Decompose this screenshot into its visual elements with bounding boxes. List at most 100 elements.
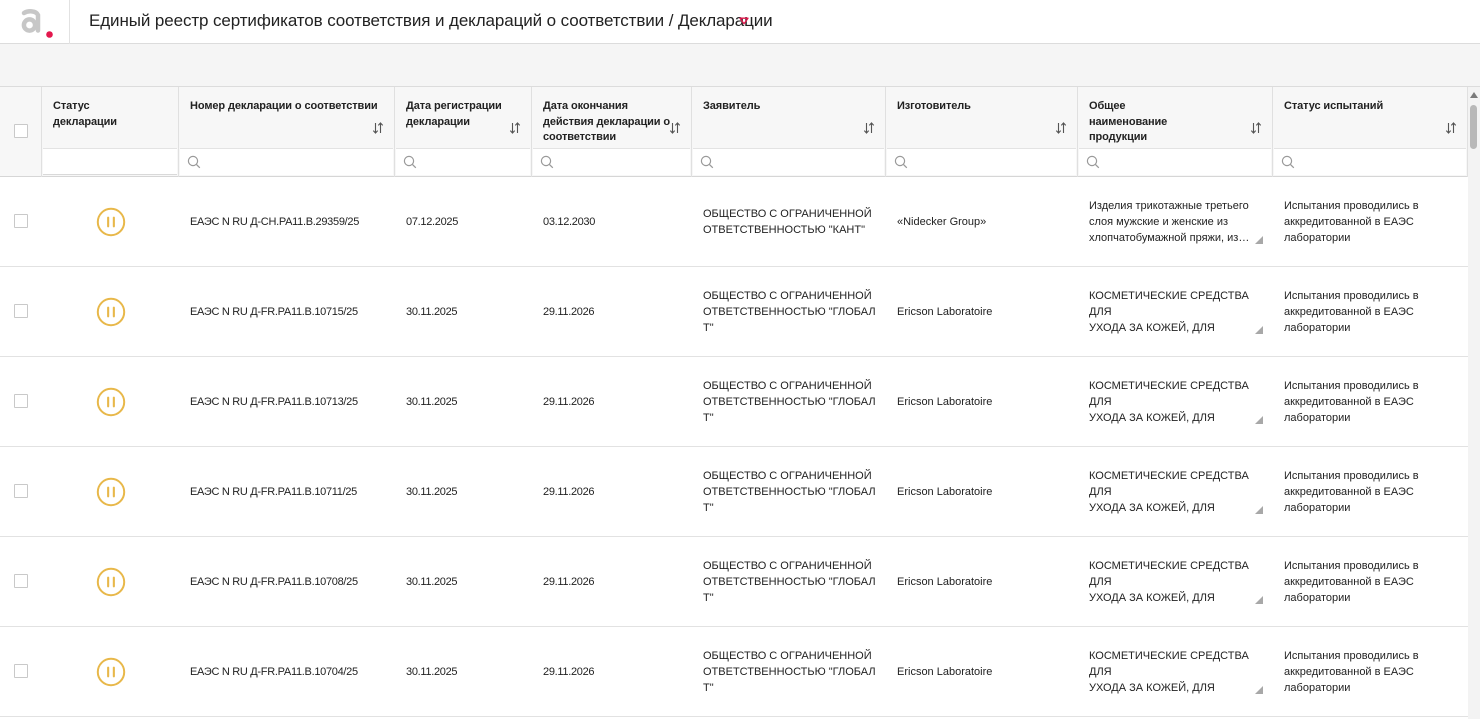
sort-icon[interactable]: [1055, 122, 1067, 134]
row-checkbox[interactable]: [14, 664, 28, 678]
table-row[interactable]: ЕАЭС N RU Д-FR.РА11.В.10708/25 30.11.2025…: [0, 537, 1468, 627]
table-row[interactable]: ЕАЭС N RU Д-CH.РА11.В.29359/25 07.12.2025…: [0, 177, 1468, 267]
manufacturer-name: Ericson Laboratoire: [897, 575, 993, 588]
row-checkbox[interactable]: [14, 394, 28, 408]
test-status-line: лаборатории: [1284, 501, 1351, 514]
column-header-label-line: Дата регистрации: [406, 100, 502, 112]
column-header-label-line: Статус: [53, 100, 90, 112]
column-header-end_date[interactable]: Дата окончания действия декларации о соотв…: [532, 87, 692, 177]
sort-icon[interactable]: [863, 122, 875, 134]
test-status-line: лаборатории: [1284, 591, 1351, 604]
vertical-scrollbar[interactable]: [1468, 87, 1480, 719]
product-name-line: УХОДА ЗА КОЖЕЙ, ДЛЯ ВЗРОСЛЫХ:: [1089, 592, 1215, 604]
column-filter-input-applicant[interactable]: [693, 148, 884, 175]
row-checkbox[interactable]: [14, 214, 28, 228]
column-header-label-line: декларации: [406, 115, 470, 128]
applicant-name-line: ОТВЕТСТВЕННОСТЬЮ "ГЛОБАЛ Т": [703, 485, 876, 514]
column-header-applicant[interactable]: Заявитель: [692, 87, 886, 177]
column-header-number[interactable]: Номер декларации о соответствии: [179, 87, 395, 177]
column-header-reg_date[interactable]: Дата регистрации декларации: [395, 87, 532, 177]
column-header-label: Статус декларации: [53, 99, 117, 130]
test-status-line: лаборатории: [1284, 321, 1351, 334]
applicant-name-line: ОТВЕТСТВЕННОСТЬЮ "ГЛОБАЛ Т": [703, 305, 876, 334]
applicant-cell: ОБЩЕСТВО С ОГРАНИЧЕННОЙ ОТВЕТСТВЕННОСТЬЮ …: [692, 447, 886, 536]
column-filter-input-manufacturer[interactable]: [887, 148, 1076, 175]
sort-icon[interactable]: [509, 122, 521, 134]
column-header-manufacturer[interactable]: Изготовитель: [886, 87, 1078, 177]
scrollbar-thumb[interactable]: [1470, 105, 1477, 149]
table-row[interactable]: ЕАЭС N RU Д-FR.РА11.В.10711/25 30.11.2025…: [0, 447, 1468, 537]
page-title[interactable]: Единый реестр сертификатов соответствия …: [89, 11, 773, 31]
test-status-line: Испытания проводились в: [1284, 199, 1419, 212]
column-header-product[interactable]: Общее наименование продукции: [1078, 87, 1273, 177]
expand-text-icon[interactable]: [1255, 236, 1263, 244]
test-status-line: Испытания проводились в: [1284, 559, 1419, 572]
expand-text-icon[interactable]: [1255, 416, 1263, 424]
status-cell: [42, 447, 179, 536]
product-name-line: КОСМЕТИЧЕСКИЕ СРЕДСТВА ДЛЯ: [1089, 650, 1249, 678]
column-header-label-line: Изготовитель: [897, 100, 971, 112]
applicant-name-line: ОБЩЕСТВО С ОГРАНИЧЕННОЙ: [703, 289, 872, 302]
manufacturer-cell: Ericson Laboratoire: [886, 627, 1078, 716]
search-icon: [540, 155, 554, 169]
expand-text-icon[interactable]: [1255, 506, 1263, 514]
sort-icon[interactable]: [669, 122, 681, 134]
applicant-cell: ОБЩЕСТВО С ОГРАНИЧЕННОЙ ОТВЕТСТВЕННОСТЬЮ …: [692, 267, 886, 356]
expand-text-icon[interactable]: [1255, 686, 1263, 694]
product-cell: КОСМЕТИЧЕСКИЕ СРЕДСТВА ДЛЯ УХОДА ЗА КОЖЕЙ…: [1078, 357, 1273, 446]
declaration-number[interactable]: ЕАЭС N RU Д-FR.РА11.В.10711/25: [190, 486, 357, 498]
declaration-number[interactable]: ЕАЭС N RU Д-FR.РА11.В.10713/25: [190, 396, 358, 408]
end-date-cell: 03.12.2030: [532, 177, 692, 266]
column-header-label: Заявитель: [703, 99, 760, 115]
table-row[interactable]: ЕАЭС N RU Д-FR.РА11.В.10715/25 30.11.2025…: [0, 267, 1468, 357]
product-name-line: слоя мужские и женские из: [1089, 216, 1229, 228]
column-header-label-line: Статус испытаний: [1284, 100, 1384, 112]
chevron-down-icon[interactable]: [739, 17, 749, 25]
declaration-number[interactable]: ЕАЭС N RU Д-FR.РА11.В.10704/25: [190, 666, 358, 678]
declaration-number[interactable]: ЕАЭС N RU Д-FR.РА11.В.10708/25: [190, 576, 358, 588]
scroll-up-arrow-icon[interactable]: [1470, 92, 1478, 98]
column-filter-input-status[interactable]: [43, 148, 177, 175]
logo-icon: [21, 9, 53, 38]
column-filter-input-tests[interactable]: [1274, 148, 1466, 175]
table-row[interactable]: ЕАЭС N RU Д-FR.РА11.В.10713/25 30.11.2025…: [0, 357, 1468, 447]
declaration-number[interactable]: ЕАЭС N RU Д-FR.РА11.В.10715/25: [190, 306, 358, 318]
row-checkbox[interactable]: [14, 304, 28, 318]
expand-text-icon[interactable]: [1255, 596, 1263, 604]
manufacturer-name: Ericson Laboratoire: [897, 305, 993, 318]
product-name-line: УХОДА ЗА КОЖЕЙ, ДЛЯ ВЗРОСЛЫХ:: [1089, 412, 1215, 424]
column-filter-input-product[interactable]: [1079, 148, 1271, 175]
column-filter-input-reg_date[interactable]: [396, 148, 530, 175]
pause-circle-icon: [96, 657, 126, 687]
search-icon: [1281, 155, 1295, 169]
sort-icon[interactable]: [1445, 122, 1457, 134]
product-cell: КОСМЕТИЧЕСКИЕ СРЕДСТВА ДЛЯ УХОДА ЗА КОЖЕЙ…: [1078, 537, 1273, 626]
row-checkbox[interactable]: [14, 484, 28, 498]
test-status-line: лаборатории: [1284, 231, 1351, 244]
status-cell: [42, 537, 179, 626]
test-status-line: аккредитованной в ЕАЭС: [1284, 485, 1414, 498]
row-checkbox[interactable]: [14, 574, 28, 588]
sort-icon[interactable]: [372, 122, 384, 134]
column-header-tests[interactable]: Статус испытаний: [1273, 87, 1468, 177]
manufacturer-cell: Ericson Laboratoire: [886, 267, 1078, 356]
column-header-status[interactable]: Статус декларации: [42, 87, 179, 177]
declaration-number[interactable]: ЕАЭС N RU Д-CH.РА11.В.29359/25: [190, 216, 359, 228]
column-filter-input-number[interactable]: [180, 148, 393, 175]
table-row[interactable]: ЕАЭС N RU Д-FR.РА11.В.10704/25 30.11.2025…: [0, 627, 1468, 717]
expand-text-icon[interactable]: [1255, 326, 1263, 334]
applicant-name-line: ОТВЕТСТВЕННОСТЬЮ "ГЛОБАЛ Т": [703, 395, 876, 424]
column-filter-input-end_date[interactable]: [533, 148, 690, 175]
test-status-cell: Испытания проводились в аккредитованной в…: [1273, 447, 1468, 536]
column-header-label: Дата регистрации декларации: [406, 99, 502, 130]
end-date: 29.11.2026: [543, 575, 595, 588]
registration-date-cell: 30.11.2025: [395, 627, 532, 716]
status-cell: [42, 357, 179, 446]
logo[interactable]: [0, 0, 70, 44]
status-cell: [42, 177, 179, 266]
sort-icon[interactable]: [1250, 122, 1262, 134]
registration-date-cell: 30.11.2025: [395, 267, 532, 356]
select-all-checkbox[interactable]: [14, 124, 28, 138]
applicant-name-line: ОБЩЕСТВО С ОГРАНИЧЕННОЙ: [703, 559, 872, 572]
product-cell: КОСМЕТИЧЕСКИЕ СРЕДСТВА ДЛЯ УХОДА ЗА КОЖЕЙ…: [1078, 267, 1273, 356]
